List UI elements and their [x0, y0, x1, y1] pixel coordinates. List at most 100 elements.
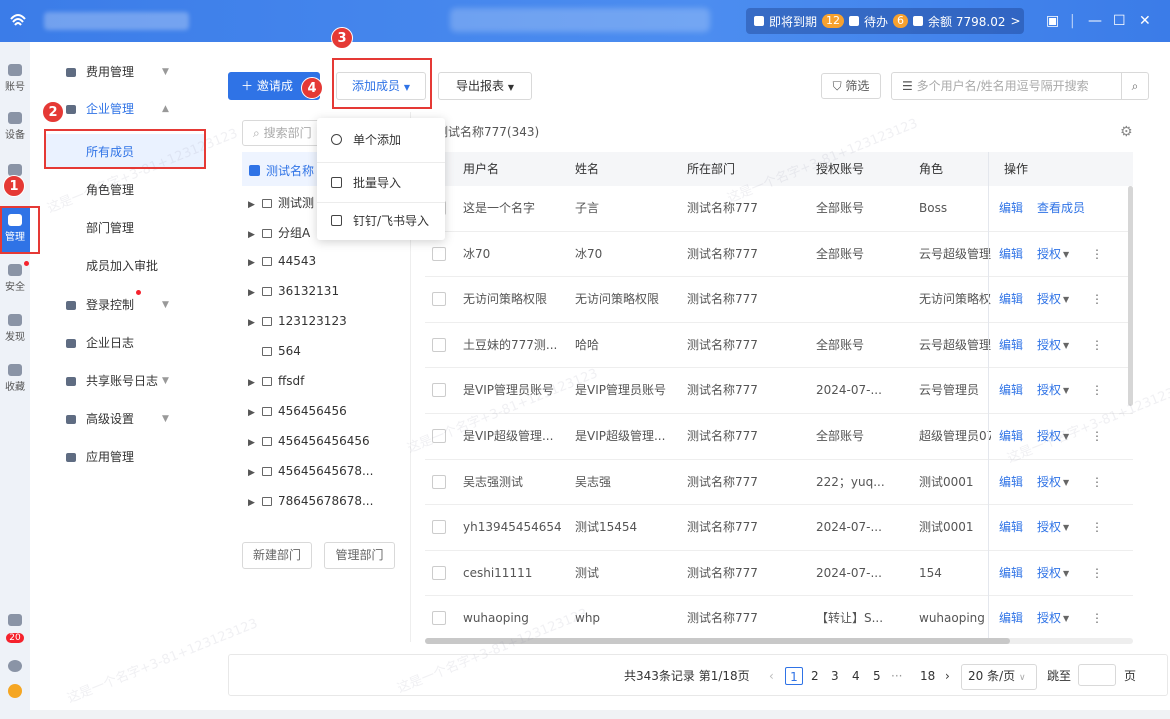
table-row[interactable]: 土豆妹的777测... 哈哈 测试名称777 全部账号 云号超级管理 编辑 授权 ▼ ⋮ [425, 323, 1133, 369]
nav-manage[interactable]: 管理 [0, 208, 30, 252]
close-icon[interactable]: ✕ [1139, 12, 1151, 30]
row-checkbox[interactable] [432, 246, 446, 261]
authorize-link[interactable]: 授权 [1037, 232, 1061, 277]
row-checkbox[interactable] [432, 292, 446, 307]
sidebar-item-apps[interactable]: 应用管理 [30, 442, 212, 472]
table-row[interactable]: wuhaoping whp 测试名称777 【转让】S... wuhaoping 编辑 授权… [425, 596, 1133, 638]
page-number[interactable]: 2 [811, 667, 819, 685]
jump-page-input[interactable] [1078, 664, 1116, 686]
export-report-button[interactable]: 导出报表 ▼ [438, 72, 532, 100]
new-dept-button[interactable]: 新建部门 [242, 542, 312, 569]
dept-node[interactable]: ▶ 45645645678... [248, 464, 373, 478]
nav-favorites[interactable]: 收藏 [0, 364, 30, 393]
caret-down-icon[interactable]: ▼ [1063, 368, 1069, 413]
page-size-select[interactable]: 20 条/页 ∨ [961, 664, 1037, 690]
dept-node[interactable]: ▶ 78645678678... [248, 494, 373, 508]
table-row[interactable]: 冰70 冰70 测试名称777 全部账号 云号超级管理 编辑 授权 ▼ ⋮ [425, 232, 1133, 278]
table-row[interactable]: 吴志强测试 吴志强 测试名称777 222；yuq... 测试0001 编辑 授权 ▼ ⋮ [425, 460, 1133, 506]
authorize-link[interactable]: 授权 [1037, 460, 1061, 505]
table-row[interactable]: 是VIP超级管理... 是VIP超级管理... 测试名称777 全部账号 超级管理员07… [425, 414, 1133, 460]
table-row[interactable]: yh13945454654 测试15454 测试名称777 2024-07-... 测试… [425, 505, 1133, 551]
caret-down-icon[interactable]: ▼ [1063, 505, 1069, 550]
more-icon[interactable]: ⋮ [1091, 414, 1103, 459]
authorize-link[interactable]: 授权 [1037, 368, 1061, 413]
sidebar-item-enterprise-log[interactable]: 企业日志 [30, 328, 212, 358]
sidebar-item-all-members[interactable]: 所有成员 [86, 143, 134, 160]
pin-icon[interactable]: ▣ [1046, 12, 1059, 30]
dept-node[interactable]: ▶ 36132131 [248, 284, 339, 298]
caret-down-icon[interactable]: ▼ [1063, 323, 1069, 368]
nav-discover[interactable]: 发现 [0, 314, 30, 343]
edit-link[interactable]: 编辑 [999, 551, 1023, 596]
dept-node[interactable]: ▶ 123123123 [248, 314, 347, 328]
sidebar-item-login-control[interactable]: 登录控制 ▼ [30, 290, 212, 320]
menu-item-dingtalk-import[interactable]: 钉钉/飞书导入 [317, 204, 445, 238]
caret-down-icon[interactable]: ▼ [1063, 232, 1069, 277]
authorize-link[interactable]: 授权 [1037, 323, 1061, 368]
caret-down-icon[interactable]: ▼ [1063, 277, 1069, 322]
page-number[interactable]: 1 [785, 667, 803, 685]
member-search-input[interactable]: ☰ 多个用户名/姓名用逗号隔开搜索 [891, 72, 1149, 100]
account-status-bar[interactable]: 即将到期 12 待办 6 余额 7798.02 > [746, 8, 1024, 34]
table-row[interactable]: 无访问策略权限 无访问策略权限 测试名称777 无访问策略权 编辑 授权 ▼ ⋮ [425, 277, 1133, 323]
caret-down-icon[interactable]: ▼ [1063, 596, 1069, 638]
scrollbar-thumb[interactable] [425, 638, 1010, 644]
search-icon[interactable]: ⌕ [1121, 73, 1148, 99]
more-icon[interactable]: ⋮ [1091, 505, 1103, 550]
dept-node[interactable]: ▶ ffsdf [248, 374, 304, 388]
edit-link[interactable]: 编辑 [999, 460, 1023, 505]
row-checkbox[interactable] [432, 565, 446, 580]
dept-root[interactable]: 测试名称 [249, 162, 314, 179]
dept-node[interactable]: ▶ 456456456456 [248, 434, 370, 448]
gear-icon[interactable]: ⚙ [1120, 124, 1133, 140]
caret-down-icon[interactable]: ▼ [1063, 460, 1069, 505]
more-icon[interactable]: ⋮ [1091, 368, 1103, 413]
row-checkbox[interactable] [432, 520, 446, 535]
authorize-link[interactable]: 授权 [1037, 277, 1061, 322]
more-icon[interactable]: ⋮ [1091, 323, 1103, 368]
add-member-button[interactable]: 添加成员 ▼ [336, 72, 426, 100]
nav-devices[interactable]: 设备 [0, 112, 30, 141]
row-checkbox[interactable] [432, 611, 446, 626]
nav-security[interactable]: 安全 [0, 264, 30, 293]
manage-dept-button[interactable]: 管理部门 [324, 542, 395, 569]
minimize-icon[interactable]: — [1088, 12, 1102, 30]
filter-button[interactable]: ⛉ 筛选 [821, 73, 881, 99]
edit-link[interactable]: 编辑 [999, 232, 1023, 277]
next-page-icon[interactable]: › [945, 667, 950, 685]
edit-link[interactable]: 编辑 [999, 596, 1023, 638]
row-checkbox[interactable] [432, 429, 446, 443]
authorize-link[interactable]: 授权 [1037, 505, 1061, 550]
authorize-link[interactable]: 授权 [1037, 414, 1061, 459]
page-number[interactable]: 3 [831, 667, 839, 685]
vertical-scrollbar[interactable] [1128, 186, 1133, 406]
table-row[interactable]: 是VIP管理员账号 是VIP管理员账号 测试名称777 2024-07-... 云号管理… [425, 368, 1133, 414]
view-members-link[interactable]: 查看成员 [1037, 186, 1085, 231]
caret-down-icon[interactable]: ▼ [1063, 551, 1069, 596]
edit-link[interactable]: 编辑 [999, 414, 1023, 459]
menu-item-batch-import[interactable]: 批量导入 [317, 166, 445, 200]
edit-link[interactable]: 编辑 [999, 277, 1023, 322]
row-checkbox[interactable] [432, 337, 446, 352]
maximize-icon[interactable]: ☐ [1113, 12, 1126, 30]
row-checkbox[interactable] [432, 474, 446, 489]
sidebar-item-advanced[interactable]: 高级设置 ▼ [30, 404, 212, 434]
more-icon[interactable]: ⋮ [1091, 596, 1103, 638]
horizontal-scrollbar[interactable] [425, 638, 1133, 644]
user-avatar[interactable] [0, 684, 30, 700]
edit-link[interactable]: 编辑 [999, 323, 1023, 368]
dept-node[interactable]: ▶ 456456456 [248, 404, 347, 418]
edit-link[interactable]: 编辑 [999, 505, 1023, 550]
page-ellipsis[interactable]: ··· [891, 667, 902, 685]
page-number[interactable]: 4 [852, 667, 860, 685]
caret-down-icon[interactable]: ▼ [1063, 414, 1069, 459]
gear-icon[interactable] [0, 660, 30, 674]
nav-accounts[interactable]: 账号 [0, 64, 30, 93]
dept-node[interactable]: ▶ 分组A [248, 224, 310, 241]
dept-node[interactable]: ▶ 测试测 [248, 194, 314, 211]
more-icon[interactable]: ⋮ [1091, 277, 1103, 322]
row-checkbox[interactable] [432, 383, 446, 398]
page-number[interactable]: 18 [920, 667, 935, 685]
more-icon[interactable]: ⋮ [1091, 232, 1103, 277]
dept-node[interactable]: ▶ 44543 [248, 254, 316, 268]
